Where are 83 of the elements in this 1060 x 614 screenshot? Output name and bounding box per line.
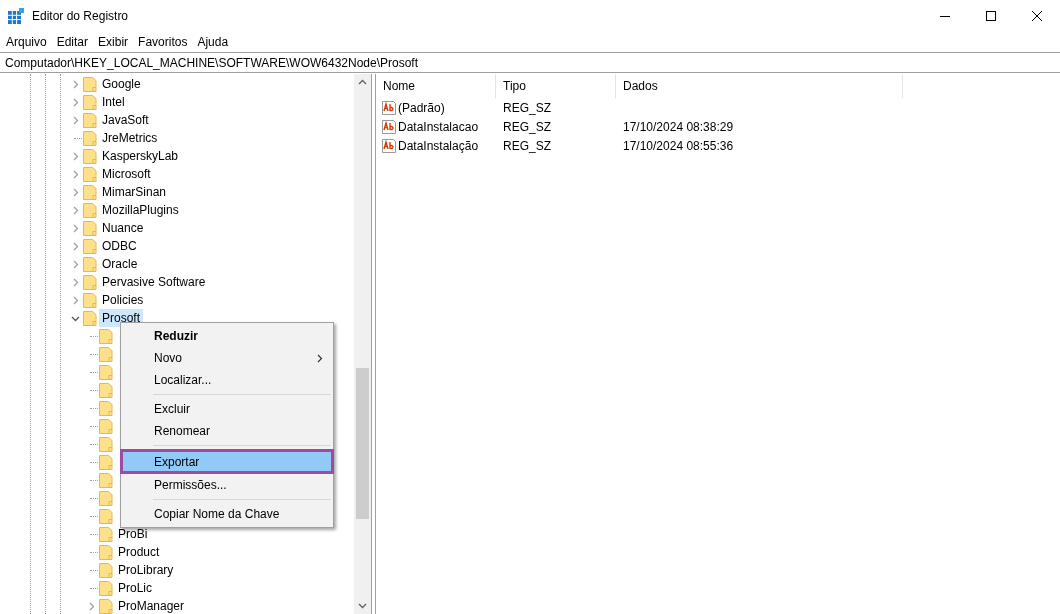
tree-item[interactable]: ProLic xyxy=(115,579,155,597)
folder-icon xyxy=(83,130,97,146)
context-menu-item[interactable]: Exportar xyxy=(123,452,331,471)
folder-icon xyxy=(99,508,113,524)
folder-icon xyxy=(99,526,113,542)
column-header[interactable]: Nome xyxy=(376,74,496,98)
table-cell-text: REG_SZ xyxy=(502,118,552,136)
value-name[interactable]: DataInstalação xyxy=(398,136,479,155)
folder-icon xyxy=(83,310,97,326)
context-menu-item[interactable]: Permissões... xyxy=(123,474,331,496)
tree-item[interactable]: Policies xyxy=(99,291,147,309)
string-value-icon xyxy=(381,99,397,116)
folder-icon xyxy=(99,400,113,416)
menu-item[interactable]: Arquivo xyxy=(1,32,52,51)
tree-item[interactable]: Google xyxy=(99,75,144,93)
table-cell-text: REG_SZ xyxy=(502,137,552,155)
registry-app-icon xyxy=(8,8,24,24)
folder-icon xyxy=(99,454,113,470)
table-cell-text: 17/10/2024 08:38:29 xyxy=(622,118,734,136)
tree-item[interactable]: KasperskyLab xyxy=(99,147,182,165)
folder-icon xyxy=(83,256,97,272)
folder-icon xyxy=(83,274,97,290)
tree-item[interactable]: JreMetrics xyxy=(99,129,161,147)
menu-item[interactable]: Ajuda xyxy=(192,32,234,51)
context-menu-item[interactable]: Copiar Nome da Chave xyxy=(123,503,331,525)
folder-icon xyxy=(83,238,97,254)
string-value-icon xyxy=(381,118,397,135)
tree-item[interactable]: Pervasive Software xyxy=(99,273,209,291)
table-cell-text: REG_SZ xyxy=(502,99,552,117)
address-bar[interactable]: Computador\HKEY_LOCAL_MACHINE\SOFTWARE\WOW6432Node\Prosoft xyxy=(0,52,1060,73)
folder-icon xyxy=(99,364,113,380)
column-header[interactable]: Tipo xyxy=(496,74,616,98)
folder-icon xyxy=(83,112,97,128)
menu-item[interactable]: Favoritos xyxy=(133,32,193,51)
value-name[interactable]: DataInstalacao xyxy=(398,117,479,136)
tree-item[interactable]: Intel xyxy=(99,93,128,111)
menu-item[interactable]: Exibir xyxy=(93,32,134,51)
tree-item[interactable]: ProLibrary xyxy=(115,561,177,579)
tree-item[interactable]: MozillaPlugins xyxy=(99,201,182,219)
context-menu-item[interactable]: Renomear xyxy=(123,420,331,442)
context-menu-item[interactable]: Reduzir xyxy=(123,325,331,347)
tree-item[interactable]: JavaSoft xyxy=(99,111,152,129)
folder-icon xyxy=(99,382,113,398)
tree-item[interactable]: Oracle xyxy=(99,255,141,273)
context-menu-item[interactable]: Excluir xyxy=(123,398,331,420)
scrollbar[interactable] xyxy=(354,74,371,614)
tree-item[interactable]: Nuance xyxy=(99,219,147,237)
column-header[interactable]: Dados xyxy=(616,74,903,98)
folder-icon xyxy=(99,472,113,488)
minimize-icon xyxy=(940,15,950,17)
folder-icon xyxy=(83,166,97,182)
folder-icon xyxy=(83,148,97,164)
folder-icon xyxy=(83,76,97,92)
menu-item[interactable]: Editar xyxy=(51,32,94,51)
folder-icon xyxy=(83,292,97,308)
folder-icon xyxy=(99,598,113,614)
tree-item[interactable]: MimarSinan xyxy=(99,183,170,201)
tree-item[interactable]: ProBi xyxy=(115,525,151,543)
folder-icon xyxy=(83,184,97,200)
folder-icon xyxy=(99,580,113,596)
value-name[interactable]: (Padrão) xyxy=(398,98,445,117)
folder-icon xyxy=(83,220,97,236)
folder-icon xyxy=(99,328,113,344)
maximize-icon xyxy=(986,11,996,21)
folder-icon xyxy=(99,562,113,578)
window-title: Editor do Registro xyxy=(32,8,129,25)
folder-icon xyxy=(99,418,113,434)
folder-icon xyxy=(99,346,113,362)
folder-icon xyxy=(83,94,97,110)
table-cell-text: 17/10/2024 08:55:36 xyxy=(622,137,734,155)
scrollbar-thumb[interactable] xyxy=(356,368,369,519)
close-icon xyxy=(1032,11,1042,21)
context-menu-item[interactable]: Localizar... xyxy=(123,369,331,391)
folder-icon xyxy=(83,202,97,218)
tree-item[interactable]: Microsoft xyxy=(99,165,154,183)
tree-item[interactable]: ProManager xyxy=(115,597,188,614)
folder-icon xyxy=(99,544,113,560)
folder-icon xyxy=(99,490,113,506)
context-menu-item[interactable]: Novo xyxy=(123,347,331,369)
tree-item[interactable]: Product xyxy=(115,543,163,561)
string-value-icon xyxy=(381,137,397,154)
tree-item[interactable]: ODBC xyxy=(99,237,140,255)
folder-icon xyxy=(99,436,113,452)
